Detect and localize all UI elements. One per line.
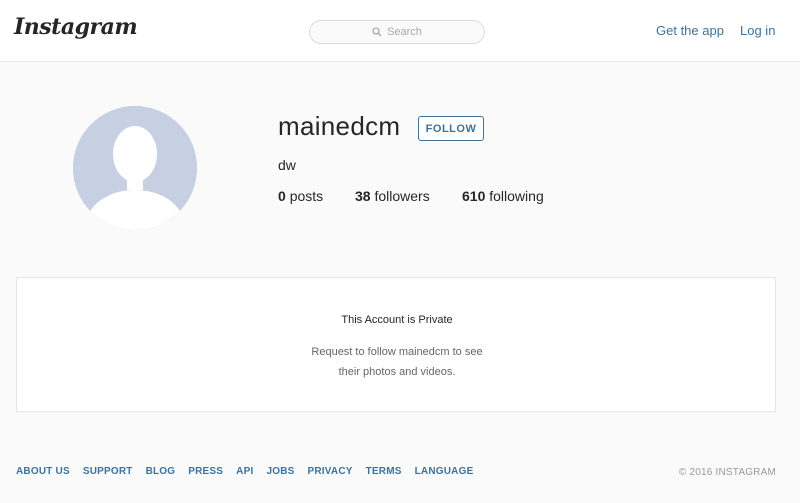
default-avatar-icon	[73, 106, 197, 230]
profile-full-name: dw	[278, 157, 296, 173]
footer-link-press[interactable]: PRESS	[188, 466, 223, 477]
footer-link-api[interactable]: API	[236, 466, 253, 477]
footer-link-terms[interactable]: TERMS	[366, 466, 402, 477]
private-account-card: This Account is Private Request to follo…	[16, 277, 776, 412]
footer-link-support[interactable]: SUPPORT	[83, 466, 133, 477]
search-icon	[372, 27, 382, 37]
stat-followers[interactable]: 38 followers	[355, 188, 430, 204]
search-input[interactable]: Search	[309, 20, 485, 44]
footer-link-about-us[interactable]: ABOUT US	[16, 466, 70, 477]
stat-posts: 0 posts	[278, 188, 323, 204]
private-title: This Account is Private	[341, 314, 453, 326]
get-app-link[interactable]: Get the app	[656, 23, 724, 38]
footer-link-blog[interactable]: BLOG	[146, 466, 176, 477]
followers-label: followers	[374, 188, 430, 204]
avatar	[73, 106, 197, 230]
following-count: 610	[462, 188, 486, 204]
footer-links: ABOUT US SUPPORT BLOG PRESS API JOBS PRI…	[16, 466, 473, 477]
instagram-logo[interactable]: Instagram	[14, 14, 138, 40]
posts-label: posts	[289, 188, 324, 204]
followers-count: 38	[355, 188, 371, 204]
following-label: following	[489, 188, 544, 204]
private-message-line-2: their photos and videos.	[338, 366, 456, 378]
top-bar: Instagram Search Get the app Log in	[0, 0, 800, 62]
profile-username: mainedcm	[278, 111, 401, 141]
login-link[interactable]: Log in	[740, 23, 775, 38]
stat-following[interactable]: 610 following	[462, 188, 544, 204]
search-placeholder: Search	[387, 26, 422, 38]
private-message-line-1: Request to follow mainedcm to see	[311, 346, 483, 358]
posts-count: 0	[278, 188, 286, 204]
footer-link-language[interactable]: LANGUAGE	[415, 466, 474, 477]
follow-button[interactable]: FOLLOW	[418, 116, 484, 141]
footer-link-jobs[interactable]: JOBS	[266, 466, 294, 477]
private-message: Request to follow mainedcm to see their …	[17, 342, 777, 382]
copyright: © 2016 INSTAGRAM	[678, 467, 776, 478]
footer-link-privacy[interactable]: PRIVACY	[308, 466, 353, 477]
